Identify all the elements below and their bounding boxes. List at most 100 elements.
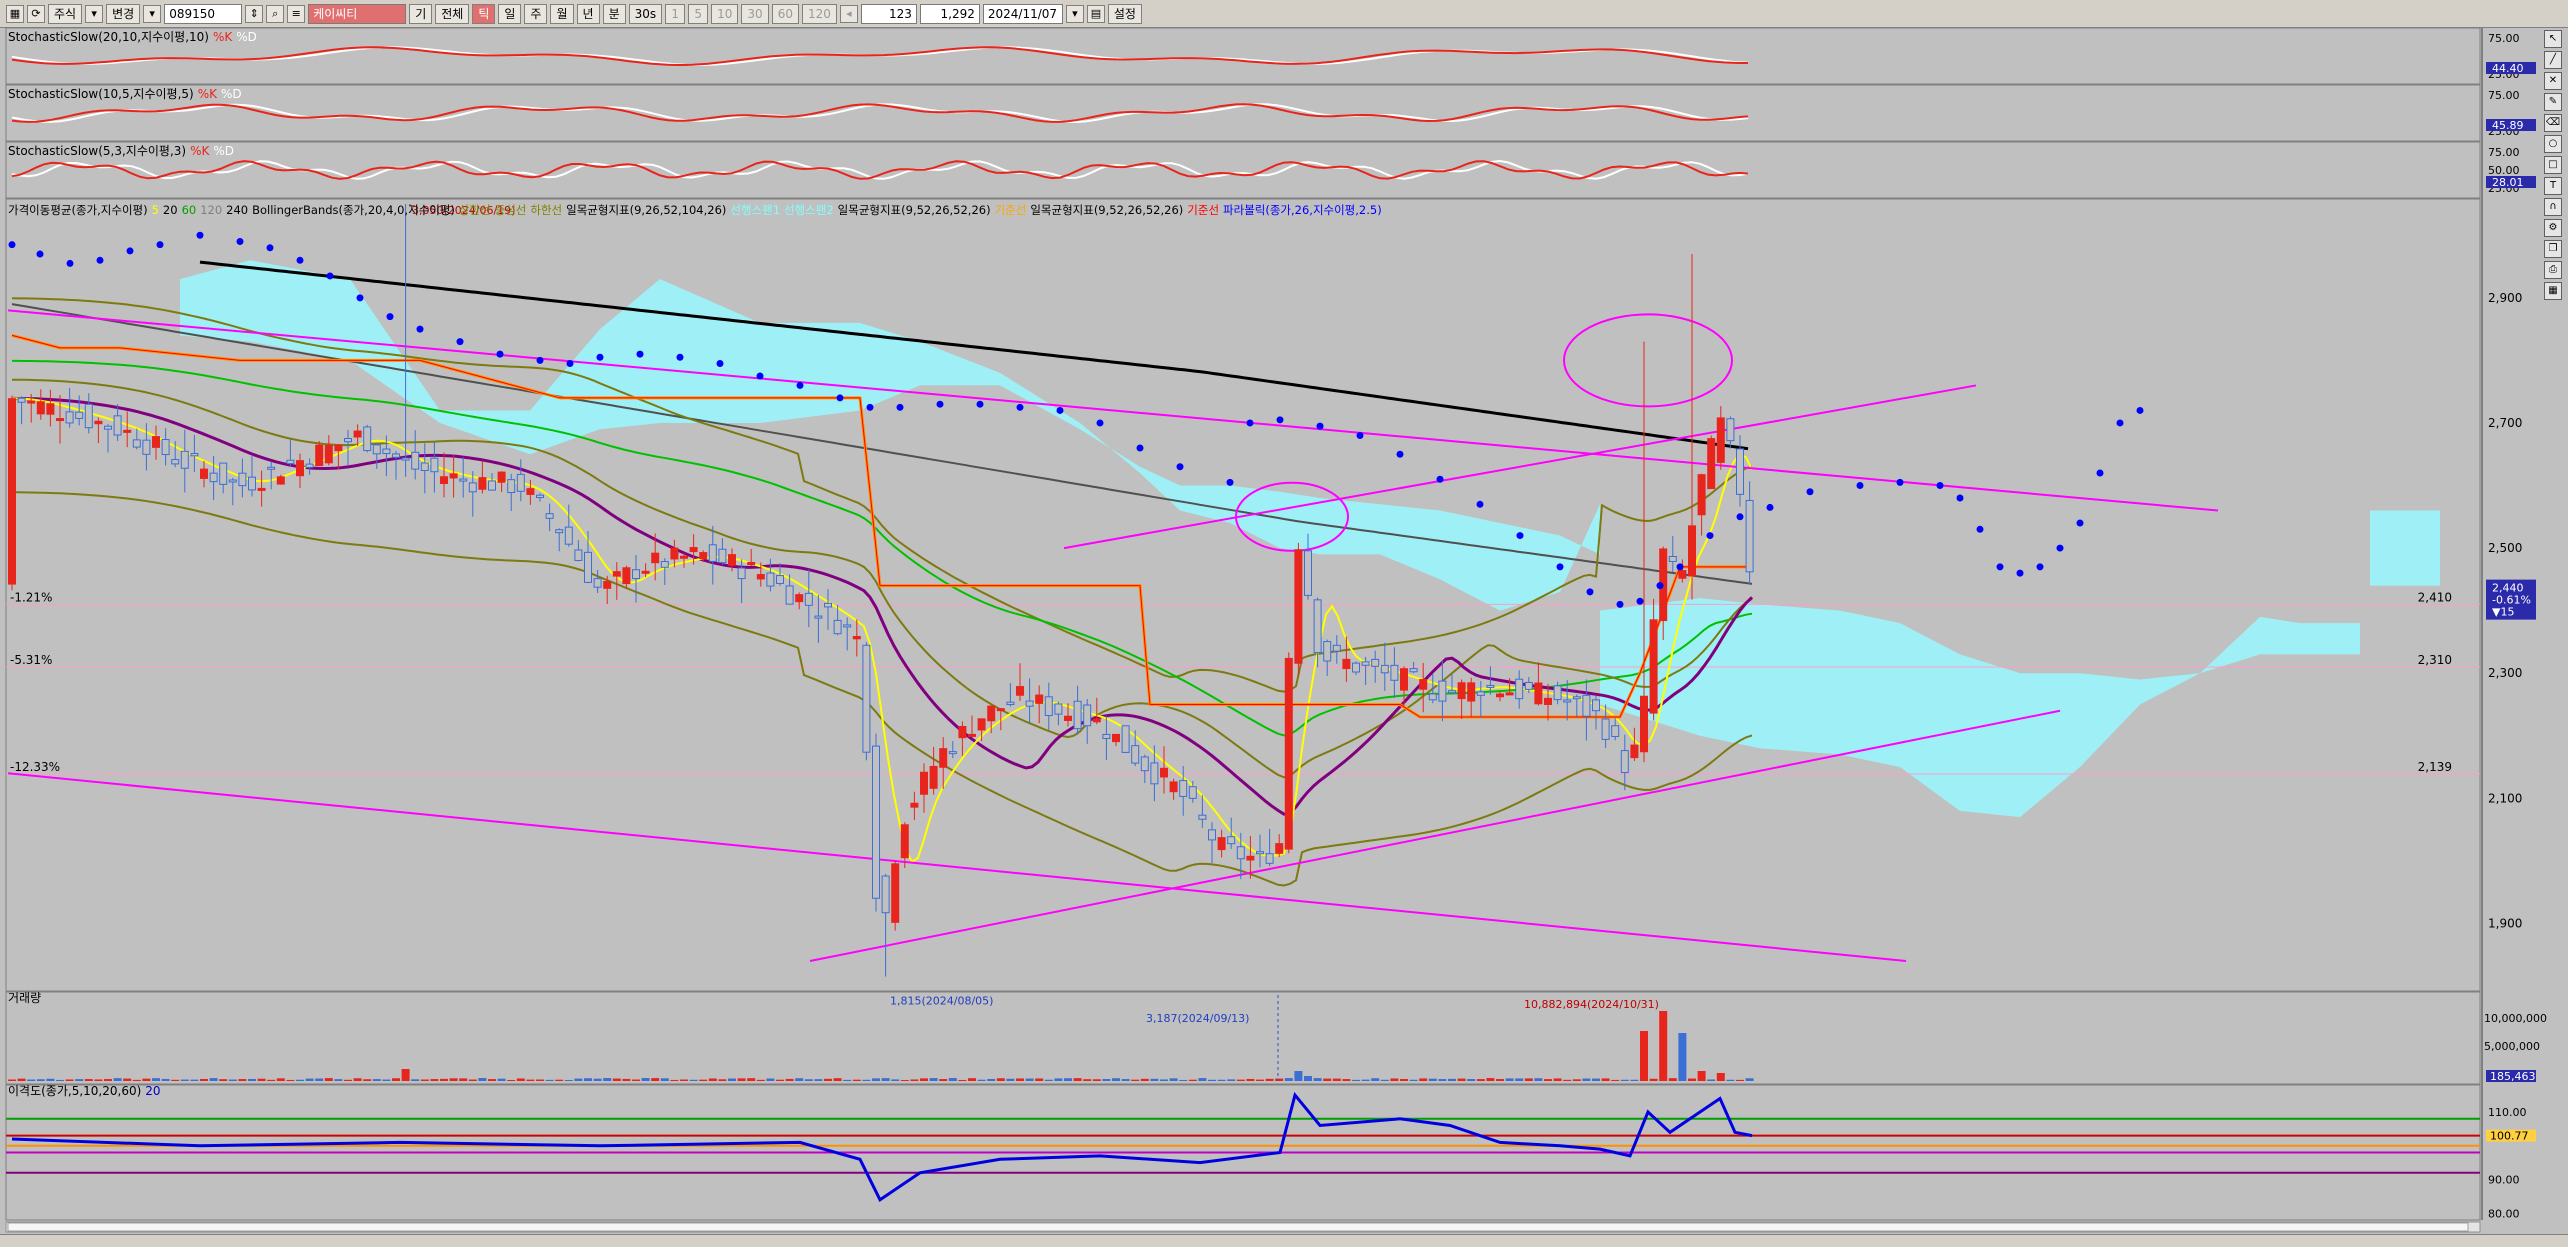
main-legend-item[interactable]: 240: [226, 203, 248, 217]
stoch3-title[interactable]: StochasticSlow(5,3,지수이평,3): [8, 144, 186, 158]
monthly-button[interactable]: 월: [550, 3, 574, 24]
change-button[interactable]: 변경: [106, 3, 141, 24]
minute-option-5[interactable]: 120: [801, 3, 837, 24]
copy-icon[interactable]: ❐: [2544, 240, 2562, 258]
psar-dot: [1476, 500, 1484, 508]
candle-body: [1284, 657, 1293, 850]
main-legend-item[interactable]: 중심선: [495, 203, 527, 217]
rect-icon[interactable]: □: [2544, 156, 2562, 174]
main-legend-item[interactable]: 20: [163, 203, 178, 217]
disparity-title[interactable]: 이격도(종가,5,10,20,60): [8, 1084, 141, 1098]
stoch1-title[interactable]: StochasticSlow(20,10,지수이평,10): [8, 30, 209, 44]
psar-dot: [386, 313, 394, 321]
main-legend-item[interactable]: 일목균형지표(9,52,26,52,26): [1030, 203, 1183, 217]
eraser-icon[interactable]: ⌫: [2544, 114, 2562, 132]
pencil-icon[interactable]: ✎: [2544, 93, 2562, 111]
main-legend-item[interactable]: 120: [200, 203, 222, 217]
stepper-icon[interactable]: ⇕: [245, 4, 264, 23]
psar-dot: [1736, 513, 1744, 521]
volume-bar: [1342, 1079, 1351, 1081]
volume-bar: [1515, 1078, 1524, 1081]
magnet-icon[interactable]: ∩: [2544, 198, 2562, 216]
candle-body: [248, 476, 256, 491]
candle-body: [1073, 700, 1082, 730]
period-button-1[interactable]: 전체: [435, 3, 470, 24]
search-icon[interactable]: ⌕: [266, 4, 285, 23]
date-input[interactable]: 2024/11/07: [982, 3, 1063, 24]
main-legend-item[interactable]: 하한선: [530, 203, 562, 217]
candle-body: [1582, 694, 1591, 717]
stock-code-input[interactable]: 089150: [164, 3, 243, 24]
volume-bar: [1601, 1078, 1610, 1081]
chevron-down-icon[interactable]: ▾: [143, 4, 162, 23]
candle-body: [1035, 694, 1044, 704]
volume-bar: [17, 1078, 26, 1081]
volume-title[interactable]: 거래량: [8, 991, 41, 1005]
security-type-select[interactable]: 주식: [48, 3, 83, 24]
print-icon[interactable]: ⎙: [2544, 261, 2562, 279]
main-legend-item[interactable]: 기준선: [1187, 203, 1219, 217]
volume-bar: [152, 1078, 160, 1081]
text-icon[interactable]: T: [2544, 177, 2562, 195]
gear-icon[interactable]: ⚙: [2544, 219, 2562, 237]
weekly-button[interactable]: 주: [524, 3, 548, 24]
main-legend-item[interactable]: 일목균형지표(9,52,26,52,26): [838, 203, 991, 217]
circle-icon[interactable]: ○: [2544, 135, 2562, 153]
cursor-icon[interactable]: ↖: [2544, 30, 2562, 48]
save-icon[interactable]: ▤: [1086, 4, 1105, 23]
seconds-button[interactable]: 30s: [628, 3, 663, 24]
ratio-input[interactable]: 1,292: [919, 3, 980, 24]
minute-option-4[interactable]: 60: [771, 3, 799, 24]
line-icon[interactable]: ╱: [2544, 51, 2562, 69]
main-legend-item[interactable]: 선행스팬1: [730, 203, 780, 217]
chevron-down-icon[interactable]: ▾: [85, 4, 104, 23]
main-legend-item[interactable]: 일목균형지표(9,26,52,104,26): [566, 203, 726, 217]
main-legend-item[interactable]: BollingerBands(종가,20,4,0,지수이평): [252, 203, 455, 217]
stoch2-title[interactable]: StochasticSlow(10,5,지수이평,5): [8, 87, 194, 101]
main-legend-item[interactable]: 가격이동평균(종가,지수이평): [8, 203, 148, 217]
refresh-icon[interactable]: ⟳: [27, 4, 45, 23]
main-legend-item[interactable]: 기준선: [995, 203, 1027, 217]
period-button-0[interactable]: 기: [409, 3, 433, 24]
count-input[interactable]: 123: [860, 3, 917, 24]
minute-option-3[interactable]: 30: [741, 3, 769, 24]
tick-button[interactable]: 틱: [472, 3, 496, 24]
cross-icon[interactable]: ✕: [2544, 72, 2562, 90]
volume-bar: [862, 1079, 871, 1081]
volume-bar: [507, 1079, 516, 1081]
psar-dot: [1656, 582, 1664, 590]
volume-annotation-2: 10,882,894(2024/10/31): [1524, 998, 1659, 1011]
table-icon[interactable]: ▦: [2544, 282, 2562, 300]
calendar-icon[interactable]: ▾: [1065, 4, 1084, 23]
psar-dot: [896, 403, 904, 411]
list-icon[interactable]: ≡: [287, 4, 306, 23]
yearly-button[interactable]: 년: [576, 3, 600, 24]
main-legend-item[interactable]: 60: [182, 203, 197, 217]
main-legend-item[interactable]: 파라볼릭(종가,26,지수이평,2.5): [1223, 203, 1382, 217]
psar-dot: [1936, 482, 1944, 490]
scroll-left-icon[interactable]: ◂: [839, 4, 858, 23]
stoch2-k-label: %K: [197, 87, 218, 101]
main-legend-item[interactable]: 5: [152, 203, 159, 217]
volume-bar: [84, 1079, 93, 1081]
volume-bar: [1294, 1071, 1303, 1081]
psar-dot: [236, 238, 244, 246]
minute-option-0[interactable]: 1: [665, 3, 686, 24]
grid-icon[interactable]: ▦: [6, 4, 24, 23]
minute-option-2[interactable]: 10: [711, 3, 739, 24]
main-legend-item[interactable]: 상한선: [459, 203, 491, 217]
candle-body: [996, 708, 1005, 712]
candle-body: [1419, 679, 1428, 690]
daily-button[interactable]: 일: [498, 3, 522, 24]
minute-button[interactable]: 분: [602, 3, 626, 24]
volume-bar: [1668, 1078, 1677, 1081]
candle-body: [545, 513, 554, 519]
settings-button[interactable]: 설정: [1107, 3, 1142, 24]
candle-body: [1188, 786, 1197, 799]
stock-name-field[interactable]: 케이씨티: [308, 3, 407, 24]
volume-bar: [238, 1079, 247, 1081]
minute-option-1[interactable]: 5: [688, 3, 709, 24]
volume-bar: [948, 1078, 957, 1081]
main-legend-item[interactable]: 선행스팬2: [784, 203, 834, 217]
volume-bar: [315, 1078, 324, 1081]
